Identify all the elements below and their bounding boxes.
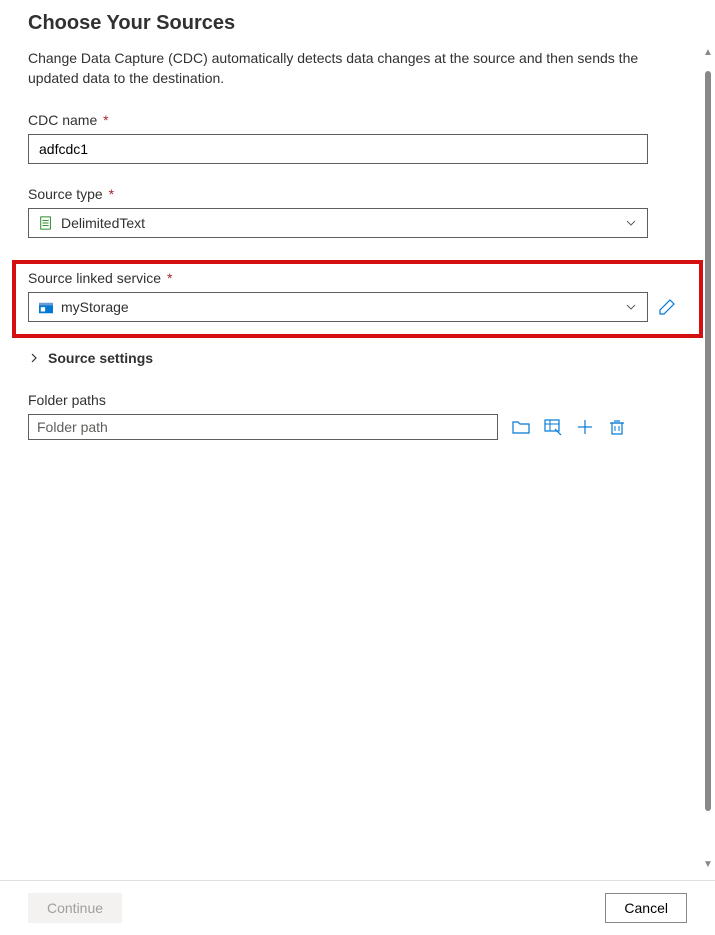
cdc-name-label-text: CDC name	[28, 112, 97, 128]
source-type-label-text: Source type	[28, 186, 103, 202]
edit-icon[interactable]	[658, 298, 676, 316]
cdc-name-field: CDC name *	[28, 112, 687, 164]
page-description: Change Data Capture (CDC) automatically …	[28, 49, 668, 88]
footer: Continue Cancel	[0, 880, 715, 935]
required-marker: *	[103, 112, 108, 128]
source-type-select[interactable]: DelimitedText	[28, 208, 648, 238]
source-type-label: Source type *	[28, 186, 687, 202]
cancel-button[interactable]: Cancel	[605, 893, 687, 923]
storage-icon	[39, 301, 53, 313]
source-settings-label: Source settings	[48, 350, 153, 366]
page-title: Choose Your Sources	[28, 12, 687, 35]
chevron-down-icon	[625, 301, 637, 313]
linked-service-field: Source linked service * myStorage	[28, 270, 687, 322]
continue-button[interactable]: Continue	[28, 893, 122, 923]
source-type-value: DelimitedText	[61, 215, 625, 231]
linked-service-label: Source linked service *	[28, 270, 687, 286]
chevron-right-icon	[28, 352, 40, 364]
folder-path-input[interactable]	[28, 414, 498, 440]
folder-paths-label: Folder paths	[28, 392, 687, 408]
delimited-text-icon	[39, 216, 53, 230]
linked-service-highlight: Source linked service * myStorage	[12, 260, 703, 338]
cdc-name-input[interactable]	[28, 134, 648, 164]
required-marker: *	[167, 270, 172, 286]
folder-paths-field: Folder paths	[28, 392, 687, 440]
cdc-name-label: CDC name *	[28, 112, 687, 128]
linked-service-select[interactable]: myStorage	[28, 292, 648, 322]
source-type-field: Source type * DelimitedText	[28, 186, 687, 238]
source-settings-toggle[interactable]: Source settings	[28, 350, 687, 366]
required-marker: *	[109, 186, 114, 202]
delete-icon[interactable]	[608, 418, 626, 436]
linked-service-value: myStorage	[61, 299, 625, 315]
add-icon[interactable]	[576, 418, 594, 436]
browse-folder-icon[interactable]	[512, 418, 530, 436]
preview-data-icon[interactable]	[544, 418, 562, 436]
chevron-down-icon	[625, 217, 637, 229]
linked-service-label-text: Source linked service	[28, 270, 161, 286]
form-content: Choose Your Sources Change Data Capture …	[0, 0, 715, 880]
